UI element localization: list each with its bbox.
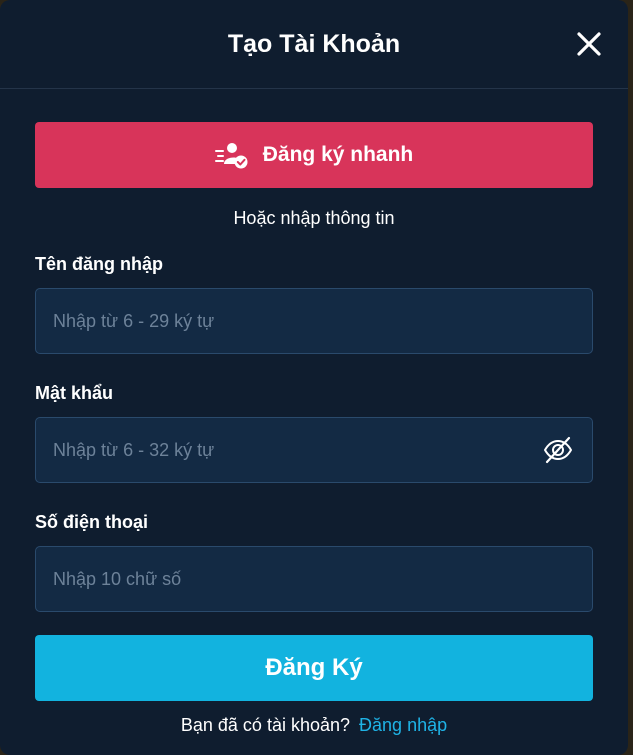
phone-label: Số điện thoại [35, 512, 149, 532]
login-prompt: Bạn đã có tài khoản? Đăng nhập [35, 715, 593, 736]
phone-field-wrapper [35, 546, 593, 612]
password-field-wrapper [35, 417, 593, 483]
close-icon[interactable] [576, 31, 602, 57]
phone-input[interactable] [36, 547, 592, 611]
divider-text: Hoặc nhập thông tin [233, 208, 395, 228]
register-button-label: Đăng Ký [265, 654, 363, 681]
password-label: Mật khẩu [35, 383, 114, 403]
eye-off-icon[interactable] [542, 434, 574, 466]
register-modal: Tạo Tài Khoản Đăng ký nhanh Hoặc nhập th… [0, 0, 628, 755]
quick-register-button[interactable]: Đăng ký nhanh [35, 122, 593, 188]
login-prompt-text: Bạn đã có tài khoản? [180, 715, 351, 735]
user-check-icon [214, 143, 248, 169]
username-input[interactable] [36, 289, 592, 353]
quick-register-label: Đăng ký nhanh [262, 143, 414, 166]
modal-title: Tạo Tài Khoản [227, 29, 401, 58]
login-link[interactable]: Đăng nhập [359, 715, 447, 735]
register-button[interactable]: Đăng Ký [35, 635, 593, 701]
password-input[interactable] [36, 418, 542, 482]
modal-header: Tạo Tài Khoản [0, 0, 628, 89]
username-label: Tên đăng nhập [35, 254, 163, 274]
username-field-wrapper [35, 288, 593, 354]
modal-body: Đăng ký nhanh Hoặc nhập thông tin Tên đă… [0, 122, 628, 736]
